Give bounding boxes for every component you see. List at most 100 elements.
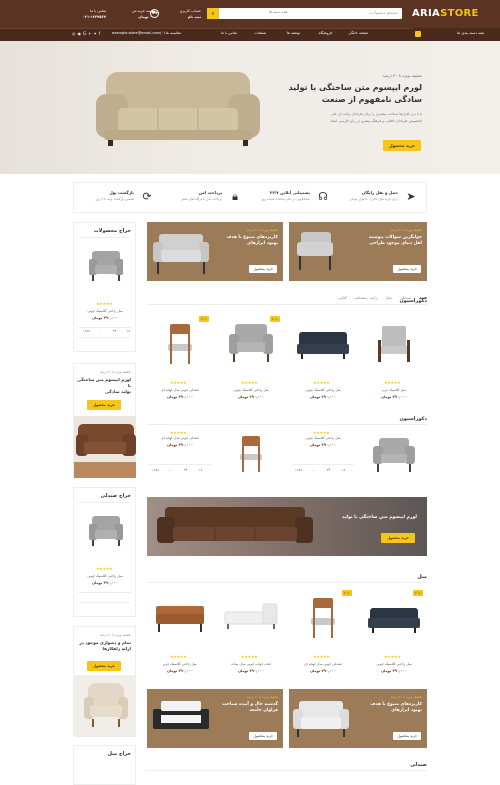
- rating-stars: ★★★★★: [313, 430, 330, 435]
- product-card[interactable]: -۲۰٪ ★★★★★ صندلی چوبی مدل لهجه ای ۲۹۰,۰۰…: [290, 586, 356, 686]
- product-name[interactable]: مبل راحتی کلاسیک چوبی: [290, 388, 356, 392]
- search-category-select[interactable]: همه دسته ها: [269, 10, 287, 14]
- search-icon[interactable]: ⌕: [207, 8, 219, 19]
- product-card[interactable]: [361, 428, 427, 488]
- promo-banner-right[interactable]: تخفیف ویژه تا ۲۰ درصد جوایگزین سوالات پی…: [289, 222, 427, 281]
- paper-plane-icon: ➤: [406, 190, 416, 203]
- wide-banner-sofa-image: [157, 507, 313, 543]
- sidebar-ad-image: [74, 675, 136, 737]
- product-card[interactable]: -۲۰٪ ★★★★★ مبل راحتی کلاسیک چوبی ۳۹۰,۰۰۰…: [361, 586, 427, 686]
- promo-buy-button[interactable]: خرید محصول: [393, 265, 421, 273]
- social-icons[interactable]: ◎◉G+✦f: [72, 31, 102, 36]
- sidebar-ad-title-line2: تولید سادگی: [105, 389, 131, 394]
- nav-item-home[interactable]: صفحه خانگی: [348, 31, 368, 35]
- product-name[interactable]: صندلی چوبی مدل لهجه ای: [290, 662, 356, 666]
- hero-title: لورم ایپسوم متن ساختگی با تولید سادگی نا…: [289, 82, 422, 106]
- countdown-minutes: ۳۴: [112, 329, 117, 333]
- hero-buy-button[interactable]: خرید محصول: [383, 140, 421, 151]
- product-name[interactable]: مبل راحتی کلاسیک چوبی: [290, 436, 356, 440]
- promo-banner-left[interactable]: تخفیف ویژه تا ۲۰ درصد کاربردهای متنوع با…: [147, 222, 283, 281]
- search-bar[interactable]: ⌕ جستجو محصولات... همه دسته ها: [207, 8, 402, 19]
- product-name[interactable]: مبل راحتی کلاسیک چوبی: [361, 662, 427, 666]
- product-name[interactable]: مبل کلاسیک چرم: [361, 388, 427, 392]
- sidebar-ad-kicker: تخفیف ویژه تا ۳۰ درصد: [99, 370, 131, 374]
- product-card[interactable]: ★★★★★ مبل راحتی کلاسیک چرم ۲۹۰,۰۰۰ تومان: [147, 586, 213, 686]
- sidebar-product-name[interactable]: مبل راحتی کلاسیک چوبی: [72, 574, 138, 578]
- product-name[interactable]: صندلی چوبی مدل لهجه ای: [147, 436, 213, 440]
- tab-sofas[interactable]: مبل: [385, 295, 391, 300]
- account-block[interactable]: حساب کاربری ثبت نام: [165, 8, 201, 20]
- hero-kicker: تخفیف ویژه تا ۳۰ درصد: [382, 73, 422, 78]
- promo-buy-button[interactable]: خرید محصول: [249, 265, 277, 273]
- product-card[interactable]: ★★★★★ مبل راحتی کلاسیک چوبی ۲۹۰,۰۰۰ توما…: [290, 312, 356, 412]
- nav-item-blog[interactable]: نوشته ها: [287, 31, 300, 35]
- sidebar-ad-title-line2: ارائه راهکارها: [102, 646, 132, 651]
- countdown-hours: ۰۰: [98, 329, 103, 333]
- sidebar-ad-sofa: تخفیف ویژه تا ۳۰ درصد لورم ایپسوم متن سا…: [73, 363, 136, 478]
- product-name[interactable]: صندلی چوبی مدل لهجه ای: [147, 388, 213, 392]
- tab-shelves[interactable]: کتابی: [338, 295, 347, 300]
- countdown-minutes: ۳۴: [326, 468, 331, 472]
- tab-winter[interactable]: زانت زمستانه: [355, 295, 378, 300]
- countdown-hours: ۰۰: [168, 468, 173, 472]
- promo-title: کاربردهای متنوع با هدف بهبود ابزارهای: [370, 702, 422, 714]
- promo-sofa-image: [293, 701, 349, 737]
- product-card[interactable]: ★★★★★ تخت خواب چوبی مدل ساده ۲۹۰,۰۰۰ توم…: [218, 586, 284, 686]
- cart-block[interactable]: سبد خرید من ۰ تومان: [112, 8, 152, 20]
- section-title-sofas: مبل: [417, 574, 427, 580]
- phone-value: ۰۲۱-۱۲۳۴۵۶۷: [82, 15, 106, 19]
- promo-buy-button[interactable]: خرید محصول: [393, 732, 421, 740]
- site-logo[interactable]: ARIASTORE: [412, 8, 479, 19]
- product-card[interactable]: -۲۰٪ ★★★★★ صندلی چوبی مدل لهجه ای ۲۹۰,۰۰…: [147, 312, 213, 412]
- promo-buy-button[interactable]: خرید محصول: [249, 732, 277, 740]
- hero-sofa-image: [96, 72, 260, 146]
- sidebar-ad-button[interactable]: خرید محصول: [87, 661, 121, 671]
- product-card[interactable]: ★★★★★ مبل راحتی کلاسیک چوبی ۳۹۰,۰۰۰ توما…: [290, 428, 356, 488]
- rating-stars: ★★★★★: [384, 654, 401, 659]
- product-card[interactable]: [218, 428, 284, 488]
- feature-desc: پاسخگویی در تمام ساعات شبانه روز: [261, 197, 310, 201]
- product-name[interactable]: تخت خواب چوبی مدل ساده: [218, 662, 284, 666]
- nav-item-contact[interactable]: تماس با ما: [221, 31, 237, 35]
- lock-icon: 🔒︎: [232, 190, 238, 203]
- compare-link[interactable]: مقایسه ها (۰): [160, 31, 181, 35]
- cart-icon[interactable]: ⛟: [150, 9, 159, 18]
- feature-desc: تضمین بازگشت وجه تا ۷ روز: [95, 197, 134, 201]
- nav-item-shop[interactable]: فروشگاه: [319, 31, 332, 35]
- promo-title-line2: بهبود ابزارهای: [247, 241, 278, 246]
- section-title-chairs: صندلی: [410, 762, 427, 768]
- product-card[interactable]: -۲۰٪ ★★★★★ مبل راحتی کلاسیک چوبی ۲۹۰,۰۰۰…: [218, 312, 284, 412]
- product-name[interactable]: مبل راحتی کلاسیک چرم: [147, 662, 213, 666]
- feature-support: ☊ پشتیبانی آنلاین ۲۴/۷ پاسخگویی در تمام …: [250, 183, 338, 214]
- promo-banner-left-2[interactable]: تخفیف ویژه تا ۲۰ درصد گذشته حال و آینده …: [147, 689, 283, 748]
- rating-stars: ★★★★★: [313, 654, 330, 659]
- refresh-icon: ⟳: [142, 190, 152, 203]
- wide-banner-button[interactable]: خرید محصول: [381, 533, 415, 543]
- promo-banner-right-2[interactable]: تخفیف ویژه تا ۲۰ درصد کاربردهای متنوع با…: [289, 689, 427, 748]
- wide-sofa-banner[interactable]: لورم ایپسوم متن ساختگی با تولید خرید محص…: [147, 497, 427, 556]
- search-input[interactable]: جستجو محصولات...: [366, 10, 398, 15]
- logo-part-a: ARIA: [412, 8, 441, 19]
- sidebar-product-price: ۳۹۰,۰۰۰ تومان: [91, 581, 119, 585]
- nav-item-pages[interactable]: صفحات: [254, 31, 266, 35]
- all-categories-button[interactable]: همه دسته بندی ها: [412, 28, 500, 41]
- sidebar-auction-chairs: حراج صندلی ★★★★★ مبل راحتی کلاسیک چوبی ۳…: [73, 487, 136, 617]
- sidebar-auction-title: حراج صندلی: [100, 493, 131, 499]
- product-image: [240, 436, 262, 472]
- product-name[interactable]: مبل راحتی کلاسیک چوبی: [218, 388, 284, 392]
- countdown-seconds: ۱۸: [126, 329, 131, 333]
- sidebar-auction-sofas: حراج مبل: [73, 745, 136, 785]
- promo-title-line2: بهبود ابزارهای: [391, 708, 422, 713]
- sidebar-ad-button[interactable]: خرید محصول: [87, 400, 121, 410]
- account-sub: ثبت نام: [187, 15, 201, 19]
- product-card[interactable]: ★★★★★ مبل کلاسیک چرم ۲۹۰,۰۰۰ تومان: [361, 312, 427, 412]
- sidebar-product-name[interactable]: مبل راحتی کلاسیک چوبی: [72, 309, 138, 313]
- product-card[interactable]: ★★★★★ صندلی چوبی مدل لهجه ای ۲۹۰,۰۰۰ توم…: [147, 428, 213, 488]
- product-image: [168, 324, 192, 364]
- sidebar-auction-products: حراج محصولات ★★★★★ مبل راحتی کلاسیک چوبی…: [73, 222, 136, 352]
- product-price: ۳۹۰,۰۰۰ تومان: [309, 443, 337, 447]
- sidebar-auction-title: حراج مبل: [107, 751, 131, 757]
- feature-desc: برای خرید های بالای ۵۰۰ هزار تومان: [349, 197, 398, 201]
- rating-stars: ★★★★★: [170, 380, 187, 385]
- menu-icon: [415, 31, 421, 37]
